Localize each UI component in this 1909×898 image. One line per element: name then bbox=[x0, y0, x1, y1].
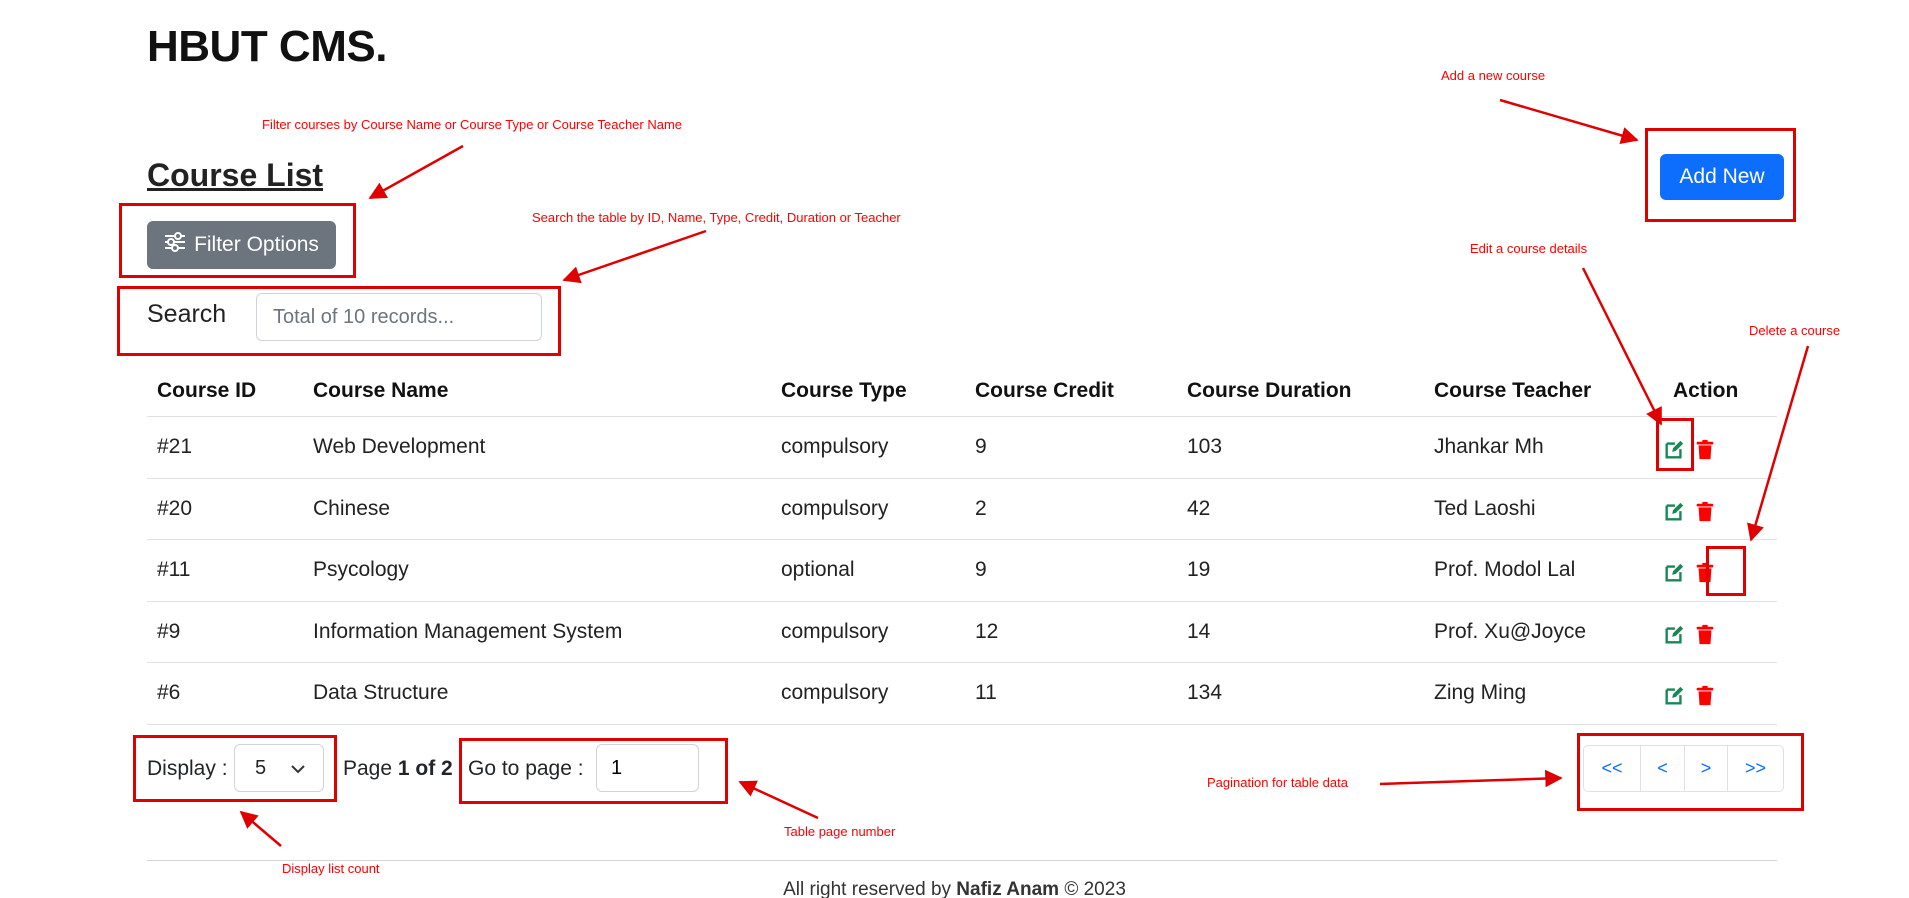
edit-icon[interactable] bbox=[1663, 624, 1685, 646]
cell-course-duration: 14 bbox=[1187, 619, 1211, 643]
cell-course-duration: 103 bbox=[1187, 435, 1223, 459]
cell-course-name: Web Development bbox=[313, 435, 486, 459]
header-course-name: Course Name bbox=[313, 379, 449, 402]
cell-course-credit: 11 bbox=[975, 681, 997, 705]
cell-course-credit: 2 bbox=[975, 496, 987, 520]
header-course-teacher: Course Teacher bbox=[1434, 379, 1592, 402]
delete-highlight-box bbox=[1706, 546, 1746, 596]
header-course-type: Course Type bbox=[781, 379, 907, 402]
table-row: #9 Information Management System compulsor… bbox=[147, 602, 1777, 663]
edit-highlight-box bbox=[1656, 418, 1694, 471]
pagination-highlight-box bbox=[1577, 733, 1804, 811]
header-action: Action bbox=[1673, 379, 1739, 402]
cell-course-duration: 134 bbox=[1187, 681, 1223, 705]
footer-suffix: © 2023 bbox=[1059, 879, 1126, 898]
footer-divider bbox=[147, 860, 1777, 861]
cell-course-type: compulsory bbox=[781, 496, 889, 520]
annotation-pagination: Pagination for table data bbox=[1207, 775, 1348, 790]
annotation-page-number: Table page number bbox=[784, 824, 896, 839]
cell-course-id: #21 bbox=[157, 435, 193, 459]
cell-course-id: #6 bbox=[157, 681, 181, 705]
table-header-row: Course ID Course Name Course Type Course… bbox=[147, 366, 1777, 417]
table-row: #20 Chinese compulsory 2 42 Ted Laoshi bbox=[147, 479, 1777, 540]
cell-course-teacher: Prof. Modol Lal bbox=[1434, 558, 1576, 582]
cell-course-type: compulsory bbox=[781, 681, 889, 705]
annotation-delete: Delete a course bbox=[1749, 323, 1841, 338]
page-title: Course List bbox=[147, 157, 324, 193]
table-row: #21 Web Development compulsory 9 103 Jhankar … bbox=[147, 417, 1777, 479]
page-indicator-value: 1 of 2 bbox=[397, 757, 453, 780]
trash-icon[interactable] bbox=[1694, 501, 1716, 523]
cell-course-type: optional bbox=[781, 558, 855, 582]
annotation-search: Search the table by ID, Name, Type, Cred… bbox=[532, 210, 901, 225]
course-table: Course ID Course Name Course Type Course… bbox=[147, 366, 1777, 725]
header-course-credit: Course Credit bbox=[975, 379, 1114, 402]
annotation-display-count: Display list count bbox=[282, 861, 380, 876]
brand-logo: HBUT CMS. bbox=[147, 22, 387, 71]
cell-course-teacher: Prof. Xu@Joyce bbox=[1434, 619, 1587, 643]
header-course-id: Course ID bbox=[157, 379, 257, 402]
cell-course-name: Chinese bbox=[313, 496, 391, 520]
display-highlight-box bbox=[133, 735, 337, 802]
edit-icon[interactable] bbox=[1663, 562, 1685, 584]
cell-course-name: Data Structure bbox=[313, 681, 449, 705]
cell-course-teacher: Zing Ming bbox=[1434, 681, 1527, 705]
cell-course-teacher: Ted Laoshi bbox=[1434, 496, 1536, 520]
page-indicator: Page 1 of 2 bbox=[343, 757, 453, 781]
edit-icon[interactable] bbox=[1663, 685, 1685, 707]
annotation-filter: Filter courses by Course Name or Course … bbox=[262, 117, 683, 132]
search-highlight-box bbox=[117, 286, 561, 356]
cell-course-name: Information Management System bbox=[313, 619, 623, 643]
edit-icon[interactable] bbox=[1663, 501, 1685, 523]
cell-course-id: #9 bbox=[157, 619, 181, 643]
trash-icon[interactable] bbox=[1694, 439, 1716, 461]
annotation-edit: Edit a course details bbox=[1470, 241, 1588, 256]
cell-course-id: #20 bbox=[157, 496, 193, 520]
filter-highlight-box bbox=[119, 203, 356, 278]
cell-course-type: compulsory bbox=[781, 619, 889, 643]
table-row: #6 Data Structure compulsory 11 134 Zing Ming bbox=[147, 663, 1777, 725]
header-course-duration: Course Duration bbox=[1187, 379, 1352, 402]
trash-icon[interactable] bbox=[1694, 624, 1716, 646]
cell-course-credit: 9 bbox=[975, 435, 987, 459]
annotation-add: Add a new course bbox=[1441, 68, 1546, 83]
footer-author: Nafiz Anam bbox=[956, 879, 1060, 898]
page-indicator-prefix: Page bbox=[343, 757, 398, 780]
trash-icon[interactable] bbox=[1694, 685, 1716, 707]
add-highlight-box bbox=[1645, 128, 1796, 222]
cell-course-teacher: Jhankar Mh bbox=[1434, 435, 1544, 459]
cell-course-id: #11 bbox=[157, 558, 191, 582]
cell-course-credit: 9 bbox=[975, 558, 987, 582]
cell-course-credit: 12 bbox=[975, 619, 999, 643]
table-row: #11 Psycology optional 9 19 Prof. Modol Lal bbox=[147, 540, 1777, 602]
cell-course-duration: 19 bbox=[1187, 558, 1211, 582]
goto-highlight-box bbox=[459, 738, 728, 804]
cell-course-type: compulsory bbox=[781, 435, 889, 459]
cell-course-duration: 42 bbox=[1187, 496, 1211, 520]
footer-prefix: All right reserved by bbox=[783, 879, 957, 898]
footer: All right reserved by Nafiz Anam © 2023 bbox=[0, 879, 1909, 898]
cell-course-name: Psycology bbox=[313, 558, 409, 582]
